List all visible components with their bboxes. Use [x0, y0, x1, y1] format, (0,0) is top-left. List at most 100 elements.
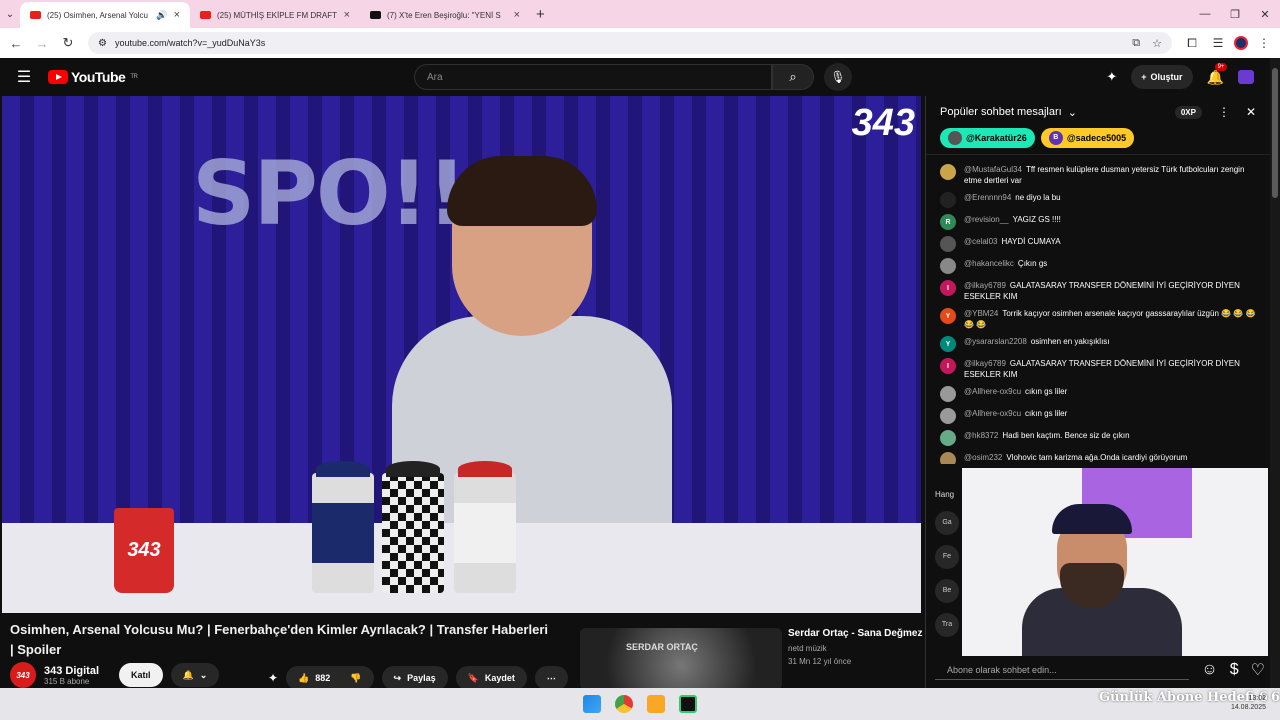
speaker-icon[interactable]: 🔊: [156, 10, 167, 21]
like-button[interactable]: 👍 882 👎: [286, 666, 374, 690]
chat-author[interactable]: @revision__: [964, 215, 1009, 224]
chat-message[interactable]: I @ilkay6789 GALATASARAY TRANSFER DÖNEMİNİ…: [926, 277, 1270, 305]
avatar[interactable]: [940, 164, 956, 180]
file-explorer-icon[interactable]: [647, 695, 665, 713]
avatar[interactable]: [940, 258, 956, 274]
chat-author[interactable]: @ilkay6789: [964, 359, 1006, 368]
scrollbar-thumb[interactable]: [1272, 68, 1278, 198]
avatar[interactable]: [940, 386, 956, 402]
avatar[interactable]: [940, 408, 956, 424]
chat-message[interactable]: @hk8372 Hadi ben kaçtım. Bence siz de çık…: [926, 427, 1270, 449]
extensions-icon[interactable]: ⧠: [1182, 36, 1202, 51]
quick-chip[interactable]: Fe: [935, 545, 959, 569]
chat-message[interactable]: I @ilkay6789 GALATASARAY TRANSFER DÖNEMİNİ…: [926, 355, 1270, 383]
emoji-icon[interactable]: ☺: [1201, 661, 1217, 679]
minimize-button[interactable]: —: [1190, 0, 1220, 28]
chat-message[interactable]: @hakancelikc Çıkın gs: [926, 255, 1270, 277]
profile-avatar[interactable]: [1234, 36, 1248, 50]
back-icon[interactable]: ←: [6, 36, 26, 51]
chat-input[interactable]: Abone olarak sohbet edin...: [935, 660, 1190, 680]
recommended-channel[interactable]: netd müzik: [788, 644, 827, 653]
chat-author[interactable]: @hakancelikc: [964, 259, 1014, 268]
chat-author[interactable]: @ysararslan2208: [964, 337, 1027, 346]
tab-youtube-osimhen[interactable]: (25) Osimhen, Arsenal Yolcu 🔊 ×: [20, 2, 190, 28]
chat-message[interactable]: @osim232 Vlohovic tam karizma ağa.Onda ic…: [926, 449, 1270, 464]
chat-author[interactable]: @celal03: [964, 237, 997, 246]
reload-icon[interactable]: ↻: [58, 35, 78, 51]
bookmark-star-icon[interactable]: ☆: [1152, 37, 1162, 50]
new-tab-button[interactable]: +: [536, 6, 545, 23]
chat-message[interactable]: R @revision__ YAGIZ GS !!!!: [926, 211, 1270, 233]
recommended-title[interactable]: Serdar Ortaç - Sana Değmez: [788, 628, 923, 639]
chat-message[interactable]: @celal03 HAYDİ CUMAYA: [926, 233, 1270, 255]
chat-mode-selector[interactable]: Popüler sohbet mesajları: [940, 106, 1062, 118]
app-icon[interactable]: [679, 695, 697, 713]
quick-chip[interactable]: Be: [935, 579, 959, 603]
quick-chip[interactable]: Ga: [935, 511, 959, 535]
chevron-down-icon[interactable]: ⌄: [1068, 106, 1077, 119]
thumbs-down-icon[interactable]: 👎: [350, 673, 361, 684]
save-button[interactable]: 🔖 Kaydet: [455, 666, 527, 690]
pinned-user-1[interactable]: @Karakatür26: [940, 128, 1035, 148]
maximize-button[interactable]: ❐: [1220, 0, 1250, 28]
streak-icon[interactable]: ✦: [1106, 69, 1117, 85]
chat-author[interactable]: @hk8372: [964, 431, 998, 440]
more-actions-button[interactable]: ⋯: [534, 666, 568, 690]
chat-message[interactable]: Y @ysararslan2208 osimhen en yakışıklısı: [926, 333, 1270, 355]
chat-author[interactable]: @Allhere-ox9cu: [964, 387, 1021, 396]
join-button[interactable]: Katıl: [119, 663, 163, 687]
avatar[interactable]: [940, 192, 956, 208]
chrome-icon[interactable]: [615, 695, 633, 713]
cast-icon[interactable]: ⧉: [1132, 37, 1140, 50]
avatar[interactable]: I: [940, 280, 956, 296]
chat-author[interactable]: @ilkay6789: [964, 281, 1006, 290]
chat-author[interactable]: @Allhere-ox9cu: [964, 409, 1021, 418]
windows-start-icon[interactable]: [583, 695, 601, 713]
avatar[interactable]: [940, 430, 956, 446]
channel-name[interactable]: 343 Digital: [44, 665, 99, 677]
avatar[interactable]: [940, 236, 956, 252]
subscribed-bell-button[interactable]: 🔔 ⌄: [170, 663, 220, 687]
video-player[interactable]: SPO!! 343 343: [2, 96, 921, 613]
chat-message[interactable]: @Erennnn94 ne diyo la bu: [926, 189, 1270, 211]
tab-x-eren[interactable]: (7) X'te Eren Beşiroğlu: "YENİ S ×: [360, 2, 530, 28]
notifications-button[interactable]: 🔔 9+: [1207, 62, 1228, 86]
tab-youtube-fm-draft[interactable]: (25) MÜTHİŞ EKİPLE FM DRAFT ×: [190, 2, 360, 28]
reading-list-icon[interactable]: ☰: [1208, 36, 1228, 50]
avatar[interactable]: R: [940, 214, 956, 230]
avatar[interactable]: Y: [940, 308, 956, 324]
chat-message[interactable]: @MustafaGul34 Tff resmen kulüplere dusman…: [926, 161, 1270, 189]
chat-author[interactable]: @MustafaGul34: [964, 165, 1022, 174]
site-info-icon[interactable]: ⚙: [98, 38, 107, 49]
avatar[interactable]: I: [940, 358, 956, 374]
chat-message[interactable]: @Allhere-ox9cu cıkın gs liler: [926, 383, 1270, 405]
more-vert-icon[interactable]: ⋮: [1218, 105, 1230, 119]
account-avatar[interactable]: [1238, 70, 1254, 84]
tab-search-icon[interactable]: ⌄: [0, 9, 20, 20]
chat-author[interactable]: @YBM24: [964, 309, 998, 318]
close-tab-icon[interactable]: ×: [514, 9, 520, 21]
create-button[interactable]: + Oluştur: [1131, 65, 1193, 89]
ask-icon[interactable]: ✦: [268, 671, 278, 685]
pinned-user-2[interactable]: B @sadece5005: [1040, 128, 1135, 148]
heart-icon[interactable]: ♡: [1251, 660, 1265, 680]
close-tab-icon[interactable]: ×: [344, 9, 350, 21]
chat-message[interactable]: Y @YBM24 Torrik kaçıyor osimhen arsenale k…: [926, 305, 1270, 333]
quick-chip[interactable]: Tra: [935, 613, 959, 637]
chat-author[interactable]: @osim232: [964, 453, 1002, 462]
chat-message[interactable]: @Allhere-ox9cu cıkın gs liler: [926, 405, 1270, 427]
address-bar[interactable]: ⚙ youtube.com/watch?v=_yudDuNaY3s ⧉ ☆: [88, 32, 1172, 54]
menu-icon[interactable]: ☰: [0, 67, 48, 87]
close-chat-icon[interactable]: ✕: [1246, 105, 1256, 119]
avatar[interactable]: [940, 452, 956, 464]
close-window-button[interactable]: ✕: [1250, 0, 1280, 28]
search-input[interactable]: Ara: [414, 64, 772, 90]
xp-badge[interactable]: 0XP: [1174, 105, 1202, 119]
share-button[interactable]: ↪ Paylaş: [381, 666, 448, 690]
youtube-logo[interactable]: YouTube TR: [48, 69, 138, 85]
forward-icon[interactable]: →: [32, 36, 52, 51]
close-tab-icon[interactable]: ×: [174, 9, 180, 21]
page-scrollbar[interactable]: [1270, 58, 1280, 688]
channel-avatar[interactable]: 343: [10, 662, 36, 688]
browser-menu-icon[interactable]: ⋮: [1254, 36, 1274, 50]
